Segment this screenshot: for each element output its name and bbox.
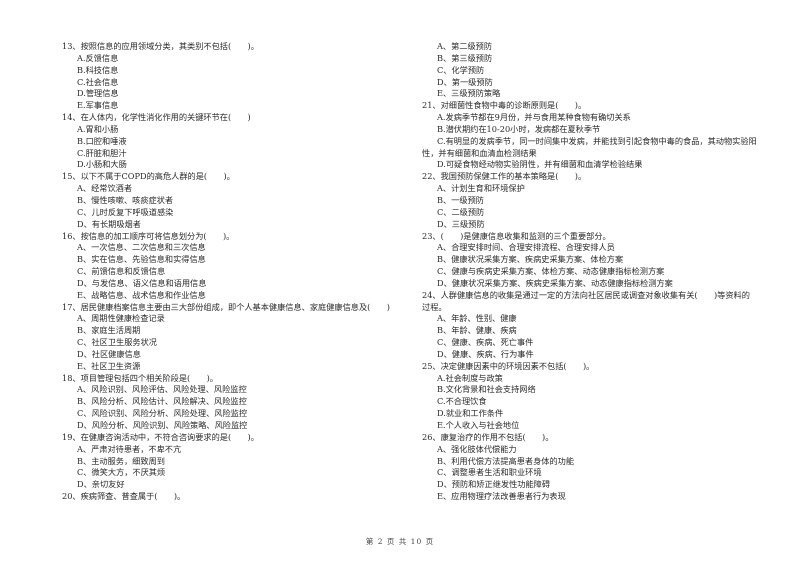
question-stem: 21、对细菌性食物中毒的诊断原则是( )。 bbox=[422, 100, 587, 111]
question-stem: 20、疾病筛查、普查属于( )。 bbox=[62, 491, 186, 502]
option-line: E.军事信息 bbox=[77, 100, 119, 111]
option-line: B、主动服务，细致周到 bbox=[77, 455, 165, 466]
option-line: A.发病季节都在9月份，并与食用某种食物有确切关系 bbox=[437, 112, 631, 123]
question-stem: 24、人群健康信息的收集是通过一定的方法向社区居民或调查对象收集有关( )等资料… bbox=[422, 289, 750, 300]
option-line: A、经常饮酒者 bbox=[77, 183, 133, 194]
left-column: 13、按照信息的应用领域分类，其类别不包括( )。 A.反馈信息 B.科技信息 C.社… bbox=[62, 41, 417, 503]
question-stem: 22、我国预防保健工作的基本策略是( )。 bbox=[422, 171, 587, 182]
option-line: A.胃和小肠 bbox=[77, 123, 119, 134]
option-line: C、二级预防 bbox=[437, 206, 485, 217]
option-line: E、三级预防策略 bbox=[437, 88, 501, 99]
option-line: A、强化肢体代偿能力 bbox=[437, 443, 517, 454]
option-line: C、化学预防 bbox=[437, 64, 485, 75]
option-line: A、一次信息、二次信息和三次信息 bbox=[77, 242, 206, 253]
question-stem: 14、在人体内，化学性消化作用的关键环节在( ) bbox=[62, 112, 251, 123]
option-line: D、与发信息、语义信息和语用信息 bbox=[77, 277, 207, 288]
option-line: C、微笑大方，不厌其烦 bbox=[77, 467, 166, 478]
option-line: C、前馈信息和反馈信息 bbox=[77, 266, 166, 277]
right-column: A、第二级预防 B、第三级预防 C、化学预防 D、第一级预防 E、三级预防策略 21、对细… bbox=[422, 41, 777, 503]
option-line: A.反馈信息 bbox=[77, 52, 119, 63]
option-line: E、社区卫生资源 bbox=[77, 360, 141, 371]
option-line: D、有长期吸烟者 bbox=[77, 218, 141, 229]
option-line: A、严肃对待患者，不卑不亢 bbox=[77, 443, 182, 454]
option-line: D.可疑食物经动物实验阴性，并有细菌和血清学检验结果 bbox=[437, 159, 643, 170]
option-line: D、风险分析、风险识别、风险策略、风险监控 bbox=[77, 420, 248, 430]
option-line: E、战略信息、战术信息和作业信息 bbox=[77, 289, 206, 300]
option-line: B.文化背景和社会支持网络 bbox=[437, 384, 536, 395]
option-line: B、年龄、健康、疾病 bbox=[437, 325, 517, 336]
option-line: B.口腔和唾液 bbox=[77, 135, 127, 146]
option-line: E.个人收入与社会地位 bbox=[437, 420, 520, 430]
question-stem: 18、项目管理包括四个相关阶段是( )。 bbox=[62, 372, 218, 383]
option-line: D、健康、疾病、行为事件 bbox=[437, 348, 534, 359]
question-stem: 26、康复治疗的作用不包括( )。 bbox=[422, 431, 554, 442]
option-line: D.就业和工作条件 bbox=[437, 408, 504, 419]
option-line: A.社会制度与政策 bbox=[437, 372, 503, 383]
option-line: D.小肠和大肠 bbox=[77, 159, 127, 170]
option-line: C、风险识别、风险分析、风险处理、风险监控 bbox=[77, 408, 248, 419]
question-stem: 25、决定健康因素中的环境因素不包括( )。 bbox=[422, 360, 595, 371]
question-stem: 13、按照信息的应用领域分类，其类别不包括( )。 bbox=[62, 41, 259, 51]
option-line: B.科技信息 bbox=[77, 64, 119, 75]
option-line: B.潜伏期约在10-20小时，发病都在夏秋季节 bbox=[437, 123, 601, 134]
option-line: D、亲切友好 bbox=[77, 479, 125, 490]
option-line: E、应用物理疗法改善患者行为表现 bbox=[437, 491, 566, 502]
option-line: B、利用代偿方法提高患者身体的功能 bbox=[437, 455, 575, 466]
option-line: B、健康状况采集方案、疾病史采集方案、体检方案 bbox=[437, 254, 624, 265]
question-stem: 17、居民健康档案信息主要由三大部份组成，即个人基本健康信息、家庭健康信息及( … bbox=[62, 301, 390, 312]
option-line: C.肝脏和胆汁 bbox=[77, 147, 127, 158]
question-stem: 16、按信息的加工顺序可将信息划分为( )。 bbox=[62, 230, 235, 241]
option-line: D、预防和矫正继发性功能障碍 bbox=[437, 479, 551, 490]
option-line: B、家庭生活周期 bbox=[77, 325, 141, 336]
text-continuation: 性，并有细菌和血清血检测结果 bbox=[422, 147, 537, 158]
option-line: C.有明显的发病季节，同一时间集中发病，并能找到引起食物中毒的食品，其动物实验阳 bbox=[437, 135, 757, 146]
option-line: B、实在信息、先验信息和实得信息 bbox=[77, 254, 206, 265]
option-line: C.社会信息 bbox=[77, 76, 119, 87]
option-line: A、合理安排时间、合理安排流程、合理安排人员 bbox=[437, 242, 615, 253]
option-line: C、调整患者生活和职业环境 bbox=[437, 467, 542, 478]
option-line: D.管理信息 bbox=[77, 88, 119, 99]
option-line: A、周期性健康检查记录 bbox=[77, 313, 165, 324]
option-line: B、一级预防 bbox=[437, 194, 484, 205]
option-line: D、健康状况采集方案、疾病史采集方案、动态健康指标检测方案 bbox=[437, 277, 673, 288]
option-line: D、三级预防 bbox=[437, 218, 485, 229]
option-line: A、计划生育和环境保护 bbox=[437, 183, 525, 194]
page-number-footer: 第 2 页 共 10 页 bbox=[365, 537, 435, 546]
question-stem: 15、以下不属于COPD的高危人群的是( )。 bbox=[62, 171, 235, 182]
option-line: A、风险识别、风险评估、风险处理、风险监控 bbox=[77, 384, 247, 395]
option-line: B、风险分析、风险估计、风险解决、风险监控 bbox=[77, 396, 247, 407]
option-line: A、年龄、性别、健康 bbox=[437, 313, 517, 324]
question-stem: 23、( )是健康信息收集和监测的三个重要部分。 bbox=[422, 230, 611, 241]
option-line: C.不合理饮食 bbox=[437, 396, 487, 407]
option-line: D、第一级预防 bbox=[437, 76, 493, 87]
option-line: C、健康与疾病史采集方案、体检方案、动态健康指标检测方案 bbox=[437, 266, 665, 277]
question-stem: 19、在健康咨询活动中，不符合咨询要求的是( )。 bbox=[62, 431, 259, 442]
option-line: C、社区卫生服务状况 bbox=[77, 337, 157, 348]
option-line: C、健康、疾病、死亡事件 bbox=[437, 337, 534, 348]
text-continuation: 过程。 bbox=[422, 301, 447, 312]
option-line: C、儿时反复下呼吸道感染 bbox=[77, 206, 174, 217]
option-line: B、第三级预防 bbox=[437, 52, 493, 63]
option-line: D、社区健康信息 bbox=[77, 348, 141, 359]
option-line: A、第二级预防 bbox=[437, 41, 493, 51]
option-line: B、慢性咳嗽、咳痰症状者 bbox=[77, 194, 174, 205]
